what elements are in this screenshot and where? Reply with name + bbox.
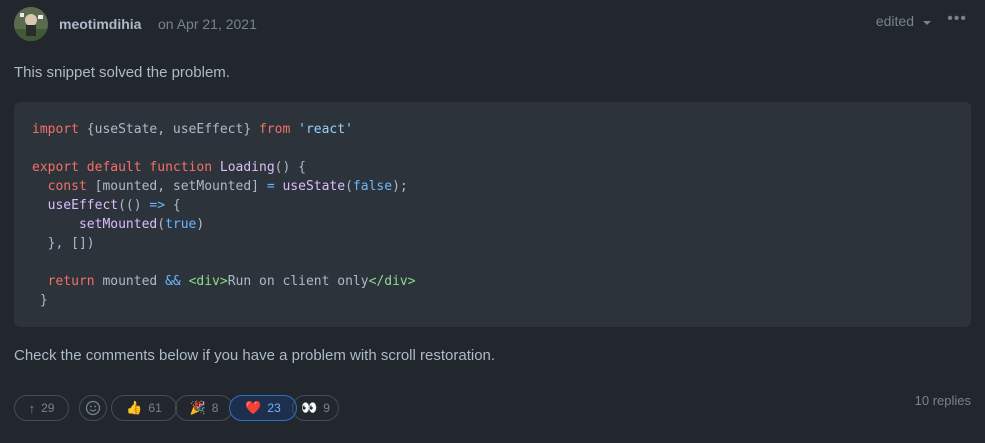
chevron-down-icon [923,20,931,25]
edited-label: edited [875,13,914,29]
code-line-3: export default function Loading() { [32,160,306,175]
author-name[interactable]: meotimdihia [59,16,141,32]
smiley-icon [85,400,101,416]
thumbs-up-count: 61 [148,401,162,415]
comment-body-top: This snippet solved the problem. [14,64,230,81]
replies-count[interactable]: 10 replies [915,393,971,408]
code-content: import {useState, useEffect} from 'react… [32,120,971,310]
avatar[interactable] [14,7,48,41]
add-reaction-button[interactable] [79,395,107,421]
eyes-icon: 👀 [301,400,318,415]
code-line-10: } [32,293,48,308]
upvote-button[interactable]: ↑ 29 [14,395,69,421]
eyes-count: 9 [323,401,330,415]
upvote-count: 29 [41,401,55,415]
reaction-eyes[interactable]: 👀 9 [292,395,339,421]
code-line-1: import {useState, useEffect} from 'react… [32,122,353,137]
heart-count: 23 [267,401,281,415]
arrow-up-icon: ↑ [28,400,36,416]
code-line-6: setMounted(true) [78,217,205,232]
kebab-menu-icon[interactable]: ••• [947,10,967,28]
reaction-thumbs-up[interactable]: 👍 61 [111,395,177,421]
party-popper-icon: 🎉 [189,400,206,415]
code-line-4: const [mounted, setMounted] = useState(f… [47,179,408,194]
comment-header: meotimdihia on Apr 21, 2021 edited ••• [14,5,971,43]
hooray-count: 8 [211,401,219,415]
thumbs-up-icon: 👍 [126,400,143,415]
code-line-7: }, []) [32,236,95,251]
reaction-heart[interactable]: ❤️ 23 [229,395,297,421]
reaction-hooray[interactable]: 🎉 8 [175,395,233,421]
comment-body-bottom: Check the comments below if you have a p… [14,347,496,364]
heart-icon: ❤️ [245,400,262,415]
code-block: import {useState, useEffect} from 'react… [14,102,971,327]
code-line-9: return mounted && <div>Run on client onl… [47,274,416,289]
code-line-5: useEffect(() => { [47,198,181,213]
edited-dropdown[interactable]: edited [876,13,931,29]
comment-date[interactable]: on Apr 21, 2021 [158,16,257,32]
